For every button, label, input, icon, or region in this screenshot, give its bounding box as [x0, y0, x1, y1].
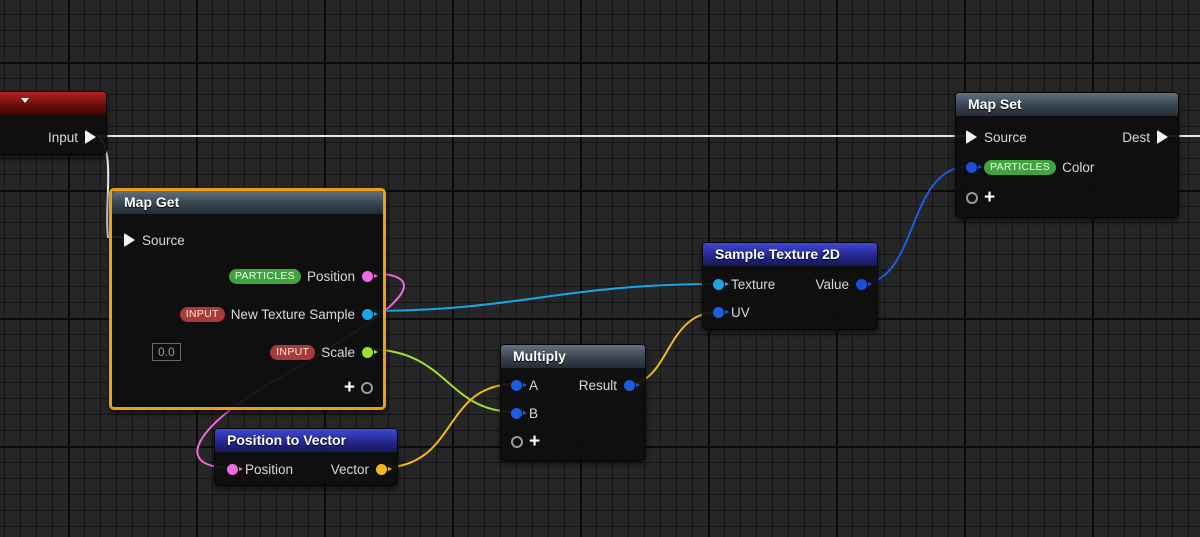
- map-get-scale-label: Scale: [321, 344, 355, 360]
- add-pin-icon[interactable]: +: [344, 378, 355, 397]
- sample-texture-texture-label: Texture: [731, 276, 776, 292]
- multiply-header[interactable]: Multiply: [501, 345, 645, 368]
- multiply-a-label: A: [529, 377, 539, 393]
- sample-texture-uv-label: UV: [731, 304, 750, 320]
- uv-input-pin-icon[interactable]: [713, 306, 729, 318]
- exec-output-pin-icon[interactable]: [1157, 130, 1168, 144]
- map-get-header[interactable]: Map Get: [112, 191, 383, 214]
- map-get-node[interactable]: Map Get Source PARTICLES Position INPUT …: [109, 188, 386, 410]
- multiply-node[interactable]: Multiply A Result B +: [500, 344, 646, 461]
- multiply-b-label: B: [529, 405, 539, 421]
- particles-badge: PARTICLES: [984, 159, 1057, 175]
- map-set-header[interactable]: Map Set: [956, 93, 1178, 116]
- map-get-position-row[interactable]: PARTICLES Position: [228, 267, 378, 285]
- position-to-vector-input-label: Position: [245, 461, 294, 477]
- chevron-down-icon[interactable]: [21, 98, 29, 103]
- position-to-vector-input-row[interactable]: Position: [227, 460, 293, 478]
- map-set-dest-label: Dest: [1122, 129, 1150, 145]
- input-output-pin-row[interactable]: Input: [48, 128, 96, 146]
- position-to-vector-output-row[interactable]: Vector: [330, 460, 392, 478]
- input-node-header[interactable]: [0, 92, 106, 115]
- multiply-b-row[interactable]: B: [511, 404, 538, 422]
- input-node[interactable]: Input: [0, 91, 107, 155]
- map-set-source-label: Source: [984, 129, 1027, 145]
- sample-texture-value-row[interactable]: Value: [815, 275, 872, 293]
- texture-output-pin-icon[interactable]: [362, 308, 378, 320]
- position-to-vector-output-label: Vector: [330, 461, 369, 477]
- map-set-dest-row[interactable]: Dest: [1122, 128, 1168, 146]
- exec-input-pin-icon[interactable]: [966, 130, 977, 144]
- b-input-pin-icon[interactable]: [511, 407, 527, 419]
- wire-vector-to-multiply-a: [379, 383, 517, 469]
- multiply-add-pin-row[interactable]: +: [511, 432, 540, 451]
- position-output-pin-icon[interactable]: [362, 270, 378, 282]
- scale-default-value-row[interactable]: 0.0: [152, 343, 181, 361]
- map-set-color-row[interactable]: PARTICLES Color: [966, 158, 1094, 176]
- input-output-label: Input: [47, 129, 78, 145]
- position-to-vector-node[interactable]: Position to Vector Position Vector: [214, 428, 398, 486]
- input-badge: INPUT: [270, 344, 316, 360]
- texture-input-pin-icon[interactable]: [713, 278, 729, 290]
- multiply-result-label: Result: [578, 377, 617, 393]
- wire-scale-to-multiply-b: [365, 348, 517, 413]
- map-get-source-row[interactable]: Source: [124, 231, 185, 249]
- result-output-pin-icon[interactable]: [624, 379, 640, 391]
- sample-texture-texture-row[interactable]: Texture: [713, 275, 775, 293]
- exec-input-pin-icon[interactable]: [124, 233, 135, 247]
- value-output-pin-icon[interactable]: [856, 278, 872, 290]
- map-get-texture-row[interactable]: INPUT New Texture Sample: [179, 305, 378, 323]
- exec-output-pin-icon[interactable]: [85, 130, 96, 144]
- map-get-position-label: Position: [306, 268, 355, 284]
- scale-output-pin-icon[interactable]: [362, 346, 378, 358]
- input-badge: INPUT: [179, 306, 225, 322]
- multiply-result-row[interactable]: Result: [578, 376, 640, 394]
- vector-output-pin-icon[interactable]: [376, 463, 392, 475]
- map-set-color-label: Color: [1062, 159, 1095, 175]
- wire-texture-to-sample-texture: [365, 283, 719, 312]
- scale-default-value-field[interactable]: 0.0: [152, 343, 181, 361]
- sample-texture-2d-node[interactable]: Sample Texture 2D Texture Value UV: [702, 242, 878, 330]
- map-get-texture-label: New Texture Sample: [230, 306, 355, 322]
- add-pin-icon[interactable]: +: [984, 188, 995, 207]
- particles-badge: PARTICLES: [228, 268, 301, 284]
- map-get-scale-row[interactable]: INPUT Scale: [270, 343, 378, 361]
- map-set-source-row[interactable]: Source: [966, 128, 1027, 146]
- map-set-node[interactable]: Map Set Source Dest PARTICLES Color +: [955, 92, 1179, 218]
- position-to-vector-header[interactable]: Position to Vector: [215, 429, 397, 452]
- sample-texture-value-label: Value: [815, 276, 849, 292]
- multiply-a-row[interactable]: A: [511, 376, 538, 394]
- empty-pin-icon[interactable]: [966, 192, 978, 204]
- map-set-add-pin-row[interactable]: +: [966, 188, 995, 207]
- color-input-pin-icon[interactable]: [966, 161, 982, 173]
- map-get-source-label: Source: [142, 232, 185, 248]
- position-input-pin-icon[interactable]: [227, 463, 243, 475]
- sample-texture-uv-row[interactable]: UV: [713, 303, 750, 321]
- map-get-add-pin-row[interactable]: +: [344, 378, 373, 397]
- empty-pin-icon[interactable]: [361, 382, 373, 394]
- add-pin-icon[interactable]: +: [529, 432, 540, 451]
- empty-pin-icon[interactable]: [511, 436, 523, 448]
- a-input-pin-icon[interactable]: [511, 379, 527, 391]
- sample-texture-2d-header[interactable]: Sample Texture 2D: [703, 243, 877, 266]
